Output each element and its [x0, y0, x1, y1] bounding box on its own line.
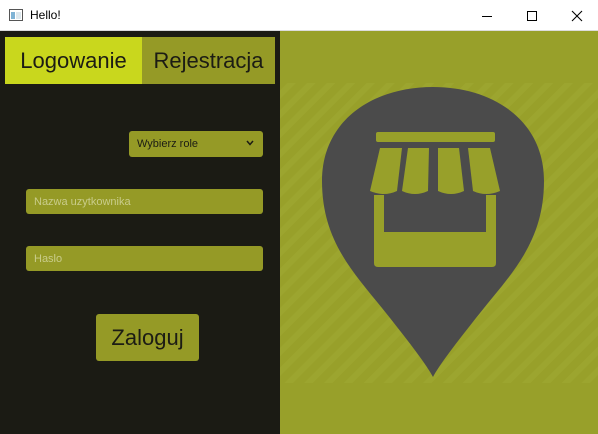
tab-login-label: Logowanie — [20, 47, 127, 73]
maximize-icon — [527, 10, 537, 21]
close-button[interactable] — [554, 0, 598, 31]
illustration-panel — [280, 31, 598, 434]
shop-location-pin-icon — [280, 83, 598, 383]
role-select[interactable]: Wybierz role — [129, 131, 263, 157]
title-bar: Hello! — [0, 0, 598, 31]
chevron-down-icon — [246, 140, 254, 146]
password-field[interactable] — [26, 246, 263, 271]
login-button[interactable]: Zaloguj — [96, 314, 199, 361]
tab-login[interactable]: Logowanie — [5, 37, 142, 84]
close-icon — [571, 10, 583, 21]
username-field[interactable] — [26, 189, 263, 214]
minimize-icon — [482, 15, 492, 17]
maximize-button[interactable] — [509, 0, 555, 31]
login-button-label: Zaloguj — [111, 324, 184, 350]
app-window-icon — [9, 9, 23, 21]
login-panel: Logowanie Rejestracja Wybierz role Zalog… — [0, 31, 280, 434]
role-select-value: Wybierz role — [137, 138, 199, 150]
tab-bar: Logowanie Rejestracja — [5, 37, 275, 84]
tab-register-label: Rejestracja — [153, 47, 264, 73]
minimize-button[interactable] — [464, 0, 510, 31]
tab-register[interactable]: Rejestracja — [142, 37, 275, 84]
window-title: Hello! — [30, 8, 61, 22]
